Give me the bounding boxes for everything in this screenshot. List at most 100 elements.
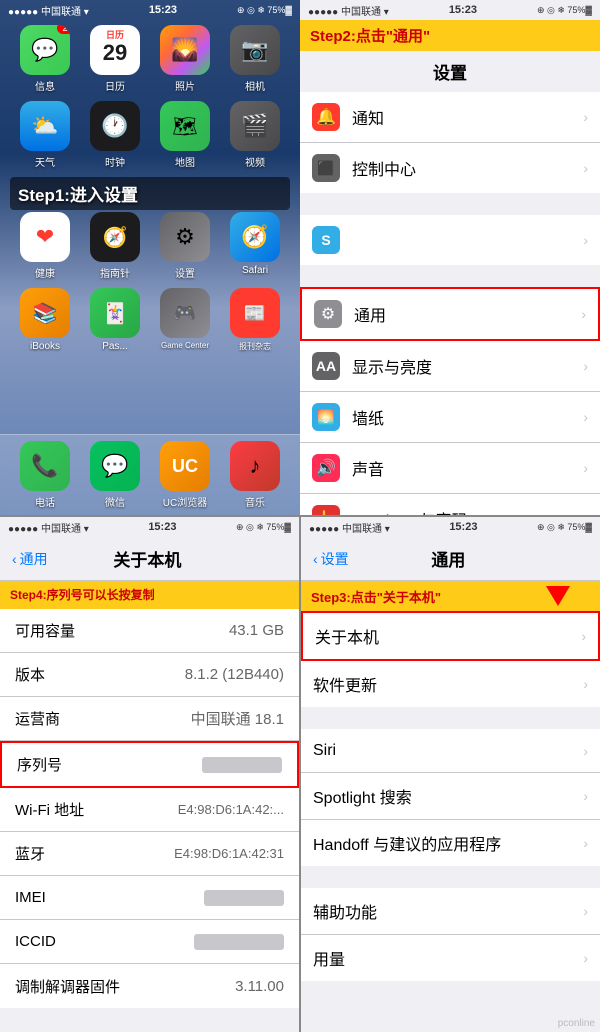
app-row-4: 📚 iBooks 🃏 Pas... 🎮 Game [10, 288, 290, 352]
dock-phone[interactable]: 📞 电话 [15, 441, 75, 509]
settings-item-wallpaper[interactable]: 🌅 墙纸 › [300, 392, 600, 443]
touchid-icon: 👆 [312, 505, 340, 515]
right-icons: ⊕ ◎ ❄ 75%▓ [537, 5, 592, 16]
airdrop-icon: S [312, 226, 340, 254]
info-carrier: 运营商 中国联通 18.1 [0, 697, 299, 741]
general-item-siri[interactable]: Siri › [301, 729, 600, 773]
back-to-settings[interactable]: ‹ 设置 [313, 549, 349, 569]
general-nav-bar: ‹ 设置 通用 [301, 537, 600, 581]
home-screen: ●●●●● 中国联通 ▾ 15:23 ⊕ ◎ ❄ 75%▓ 💬 2 信息 [0, 0, 300, 515]
step4-text: Step4:序列号可以长按复制 [10, 588, 155, 602]
general-nav-title: 通用 [349, 546, 548, 571]
top-half: ●●●●● 中国联通 ▾ 15:23 ⊕ ◎ ❄ 75%▓ 💬 2 信息 [0, 0, 600, 515]
general-item-usage[interactable]: 用量 › [301, 935, 600, 981]
app-messages[interactable]: 💬 2 信息 [15, 25, 75, 93]
settings-item-control-center[interactable]: ⬛ 控制中心 › [300, 143, 600, 193]
app-news[interactable]: 📰 报刊杂志 [225, 288, 285, 352]
general-item-handoff[interactable]: Handoff 与建议的应用程序 › [301, 820, 600, 866]
display-icon: AA [312, 352, 340, 380]
app-photos[interactable]: 🌄 照片 [155, 25, 215, 93]
main-container: ●●●●● 中国联通 ▾ 15:23 ⊕ ◎ ❄ 75%▓ 💬 2 信息 [0, 0, 600, 1030]
app-row-3: ❤ 健康 🧭 指南针 ⚙ 设置 [10, 212, 290, 280]
info-iccid: ICCID [0, 920, 299, 964]
info-modem: 调制解调器固件 3.11.00 [0, 964, 299, 1008]
back-to-general[interactable]: ‹ 通用 [12, 549, 48, 569]
info-serial[interactable]: 序列号 [0, 741, 299, 788]
notification-icon: 🔔 [312, 103, 340, 131]
settings-item-sound[interactable]: 🔊 声音 › [300, 443, 600, 494]
settings-item-touchid[interactable]: 👆 Touch ID 与密码 › [300, 494, 600, 515]
sound-icon: 🔊 [312, 454, 340, 482]
settings-separator-1 [300, 193, 600, 215]
bottom-right-status: ●●●●● 中国联通 ▾ 15:23 ⊕ ◎ ❄ 75%▓ [301, 517, 600, 537]
left-carrier: ●●●●● 中国联通 ▾ [8, 3, 89, 18]
app-maps[interactable]: 🗺 地图 [155, 101, 215, 169]
app-compass[interactable]: 🧭 指南针 [85, 212, 145, 280]
app-row-2: ⛅ 天气 🕐 时钟 🗺 地图 [10, 101, 290, 169]
dock-wechat[interactable]: 💬 微信 [85, 441, 145, 509]
general-separator-2 [301, 866, 600, 888]
step1-text: Step1:进入设置 [18, 186, 138, 205]
general-item-accessibility[interactable]: 辅助功能 › [301, 888, 600, 935]
left-time: 15:23 [149, 4, 177, 16]
app-videos[interactable]: 🎬 视频 [225, 101, 285, 169]
general-list-2: Siri › Spotlight 搜索 › Handoff 与建议的应用程序 › [301, 729, 600, 866]
right-status-bar: ●●●●● 中国联通 ▾ 15:23 ⊕ ◎ ❄ 75%▓ [300, 0, 600, 20]
settings-screen: ●●●●● 中国联通 ▾ 15:23 ⊕ ◎ ❄ 75%▓ Step2:点击"通… [300, 0, 600, 515]
about-screen: ●●●●● 中国联通 ▾ 15:23 ⊕ ◎ ❄ 75%▓ ‹ 通用 关于本机 … [0, 517, 299, 1032]
settings-item-general[interactable]: ⚙ 通用 › [300, 287, 600, 341]
step3-down-arrow [546, 586, 570, 606]
wallpaper-icon: 🌅 [312, 403, 340, 431]
step3-banner: Step3:点击"关于本机" [301, 581, 600, 611]
general-list-3: 辅助功能 › 用量 › [301, 888, 600, 981]
app-clock[interactable]: 🕐 时钟 [85, 101, 145, 169]
right-time: 15:23 [449, 4, 477, 16]
bottom-half: ●●●●● 中国联通 ▾ 15:23 ⊕ ◎ ❄ 75%▓ ‹ 通用 关于本机 … [0, 517, 600, 1032]
dock: 📞 电话 💬 微信 UC UC浏览器 [0, 434, 300, 515]
info-bluetooth: 蓝牙 E4:98:D6:1A:42:31 [0, 832, 299, 876]
right-carrier: ●●●●● 中国联通 ▾ [308, 3, 389, 18]
about-nav-title: 关于本机 [48, 546, 247, 571]
app-row-1: 💬 2 信息 日历 29 日历 🌄 [10, 25, 290, 93]
messages-badge: 2 [57, 25, 70, 34]
left-status-bar: ●●●●● 中国联通 ▾ 15:23 ⊕ ◎ ❄ 75%▓ [0, 0, 300, 20]
settings-list: 🔔 通知 › ⬛ 控制中心 › [300, 92, 600, 193]
settings-page-title: 设置 [300, 51, 600, 92]
app-calendar[interactable]: 日历 29 日历 [85, 25, 145, 93]
general-screen: ●●●●● 中国联通 ▾ 15:23 ⊕ ◎ ❄ 75%▓ ‹ 设置 通用 St… [301, 517, 600, 1032]
general-item-spotlight[interactable]: Spotlight 搜索 › [301, 773, 600, 820]
dock-music[interactable]: ♪ 音乐 [225, 441, 285, 509]
dock-uc[interactable]: UC UC浏览器 [155, 441, 215, 509]
app-passbook[interactable]: 🃏 Pas... [85, 288, 145, 352]
page-source: pconline [558, 1018, 595, 1029]
settings-separator-2 [300, 265, 600, 287]
info-version: 版本 8.1.2 (12B440) [0, 653, 299, 697]
app-settings[interactable]: ⚙ 设置 [155, 212, 215, 280]
info-imei: IMEI [0, 876, 299, 920]
general-list: 关于本机 › 软件更新 › [301, 611, 600, 707]
control-center-icon: ⬛ [312, 154, 340, 182]
general-item-about[interactable]: 关于本机 › [301, 611, 600, 661]
app-gamecenter[interactable]: 🎮 Game Center [155, 288, 215, 352]
app-camera[interactable]: 📷 相机 [225, 25, 285, 93]
app-weather[interactable]: ⛅ 天气 [15, 101, 75, 169]
settings-item-airdrop[interactable]: S › [300, 215, 600, 265]
step1-banner: Step1:进入设置 [10, 177, 290, 210]
app-ibooks[interactable]: 📚 iBooks [15, 288, 75, 352]
general-item-update[interactable]: 软件更新 › [301, 661, 600, 707]
info-capacity: 可用容量 43.1 GB [0, 609, 299, 653]
settings-list-3: ⚙ 通用 › AA 显示与亮度 › 🌅 墙纸 › [300, 287, 600, 515]
app-grid: 💬 2 信息 日历 29 日历 🌄 [0, 20, 300, 365]
settings-item-display[interactable]: AA 显示与亮度 › [300, 341, 600, 392]
general-icon: ⚙ [314, 300, 342, 328]
app-safari[interactable]: 🧭 Safari [225, 212, 285, 280]
step2-banner: Step2:点击"通用" [300, 20, 600, 51]
settings-list-2: S › [300, 215, 600, 265]
bottom-left-status: ●●●●● 中国联通 ▾ 15:23 ⊕ ◎ ❄ 75%▓ [0, 517, 299, 537]
step4-banner: Step4:序列号可以长按复制 [0, 581, 299, 609]
app-health[interactable]: ❤ 健康 [15, 212, 75, 280]
step2-text: Step2:点击"通用" [310, 28, 430, 45]
about-list: 可用容量 43.1 GB 版本 8.1.2 (12B440) 运营商 中国联通 … [0, 609, 299, 1008]
left-icons: ⊕ ◎ ❄ 75%▓ [237, 5, 292, 16]
settings-item-notification[interactable]: 🔔 通知 › [300, 92, 600, 143]
